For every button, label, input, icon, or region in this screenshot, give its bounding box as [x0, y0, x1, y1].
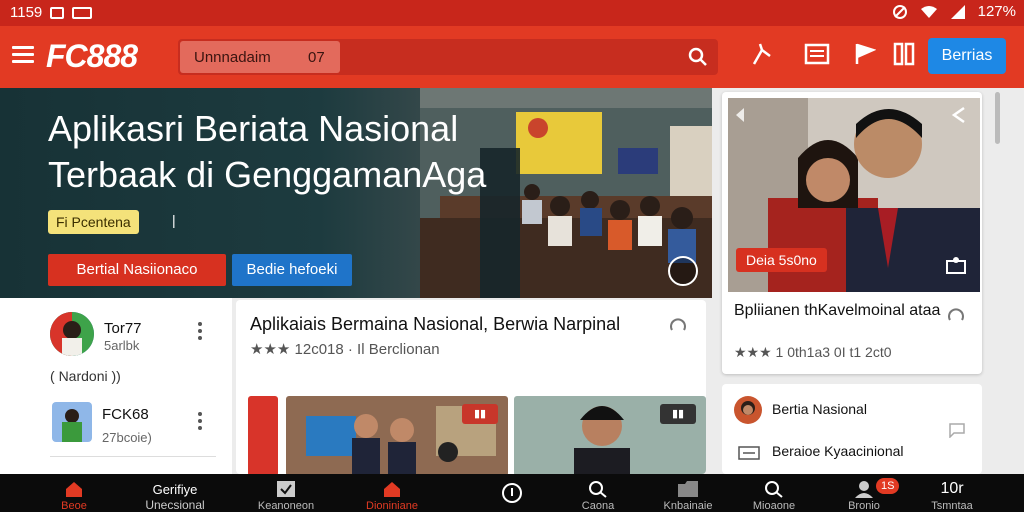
info-icon [502, 483, 522, 503]
divider [50, 456, 216, 457]
thumbnail[interactable] [248, 396, 278, 474]
article-card[interactable]: Aplikaiais Bermaina Nasional, Berwia Nar… [236, 300, 706, 474]
list-item-extra: ( Nardoni )) [50, 368, 121, 384]
search-input[interactable]: Unnnadaim 07 [180, 41, 340, 73]
back-arrow-icon[interactable] [950, 106, 968, 124]
nav-general[interactable]: Gerifiye Unecsional [130, 474, 220, 512]
list-item-title[interactable]: Bertia Nasional [772, 401, 867, 417]
hero-tag: Fi Pcentena [48, 210, 139, 234]
app-logo[interactable]: FC888 [46, 38, 138, 75]
avatar[interactable] [50, 312, 94, 356]
notification-badge: 1S [876, 478, 900, 494]
nav-info[interactable] [472, 474, 552, 512]
alarm-icon [892, 4, 907, 19]
bookmark-icon[interactable] [893, 42, 915, 66]
article-title: Aplikaiais Bermaina Nasional, Berwia Nar… [250, 314, 621, 334]
nav-search[interactable]: Caona [558, 474, 638, 512]
search-icon [765, 481, 783, 498]
status-bar: 1159 127% [0, 0, 1024, 26]
share-icon[interactable] [734, 106, 752, 124]
user-icon [855, 481, 873, 498]
thumbnail[interactable]: ▮▮ [514, 396, 706, 474]
search-bar[interactable]: Unnnadaim 07 [178, 39, 718, 75]
clock: 1159 [10, 4, 43, 21]
nav-video[interactable]: Knbainaie [648, 474, 728, 512]
notification-icon [50, 6, 65, 19]
thumbnail[interactable]: ▮▮ [286, 396, 508, 474]
featured-badge: Deia 5s0no [736, 248, 827, 272]
news-icon[interactable] [804, 42, 830, 66]
berita-nasional-button[interactable]: Bertial Nasiionaco [48, 254, 226, 286]
menu-icon[interactable] [12, 46, 34, 64]
video-badge-icon: ▮▮ [462, 404, 498, 424]
wifi-icon [920, 5, 937, 18]
cursor-bar-icon: | [172, 212, 176, 228]
nav-category[interactable]: Keanoneon [246, 474, 326, 512]
right-list: Bertia Nasional Beraioe Kyaacinional [722, 384, 982, 474]
avatar[interactable] [734, 396, 762, 424]
avatar[interactable] [52, 402, 92, 442]
nav-trending[interactable]: Dioniniane [352, 474, 432, 512]
share-icon[interactable] [750, 42, 774, 68]
chat-icon[interactable] [948, 422, 966, 438]
bottom-navigation: Beoe Gerifiye Unecsional Keanoneon Dioni… [0, 474, 1024, 512]
left-list: Tor77 5arlbk ( Nardoni )) FCK68 27bcoie) [0, 298, 232, 474]
gallery-icon [72, 6, 93, 19]
battery-level: 127% [977, 3, 1016, 20]
video-badge-icon: ▮▮ [660, 404, 696, 424]
document-icon [738, 446, 760, 460]
nav-explore[interactable]: Mioaone [734, 474, 814, 512]
flag-icon[interactable] [854, 42, 876, 66]
hero-title: Aplikasri Beriata Nasional Terbaak di Ge… [48, 108, 487, 195]
more-options-icon[interactable] [198, 322, 202, 343]
featured-meta: ★★★ 1 0th1a3 0I t1 2ct0 [734, 344, 892, 360]
list-item-subtitle: 5arlbk [104, 338, 140, 353]
home-icon [384, 482, 400, 497]
list-item-title: Tor77 [104, 320, 142, 337]
scrollbar[interactable] [995, 92, 1000, 144]
play-icon[interactable] [668, 256, 698, 286]
search-count: 07 [308, 49, 325, 66]
app-bar: FC888 Unnnadaim 07 Berrias [0, 26, 1024, 88]
berita-button[interactable]: Berrias [928, 38, 1006, 74]
berita-terkini-button[interactable]: Bedie hefoeki [232, 254, 352, 286]
refresh-icon[interactable] [946, 306, 966, 326]
nav-home[interactable]: Beoe [34, 474, 114, 512]
list-item-subtitle: 27bcoie) [102, 430, 152, 445]
featured-card[interactable]: Deia 5s0no Bpliianen thKavelmoinal ataa … [722, 92, 982, 374]
nav-more[interactable]: 10r Tsmntaa [912, 474, 992, 512]
list-item-title: FCK68 [102, 406, 149, 423]
search-icon [589, 481, 607, 498]
featured-title: Bpliianen thKavelmoinal ataa [734, 302, 941, 319]
signal-icon [950, 4, 965, 19]
more-options-icon[interactable] [198, 412, 202, 433]
search-icon[interactable] [688, 47, 708, 67]
home-icon [66, 482, 82, 497]
checkbox-icon [277, 481, 295, 497]
search-value: Unnnadaim [194, 49, 271, 66]
article-meta: ★★★ 12c018 · Il Berclionan [250, 341, 440, 358]
nav-profile[interactable]: 1S Bronio [824, 474, 904, 512]
gallery-icon[interactable] [946, 256, 966, 274]
hero-banner[interactable]: Aplikasri Beriata Nasional Terbaak di Ge… [0, 88, 712, 298]
list-item-title[interactable]: Beraioe Kyaacinional [772, 443, 904, 459]
folder-icon [678, 481, 698, 497]
refresh-icon[interactable] [668, 316, 688, 336]
